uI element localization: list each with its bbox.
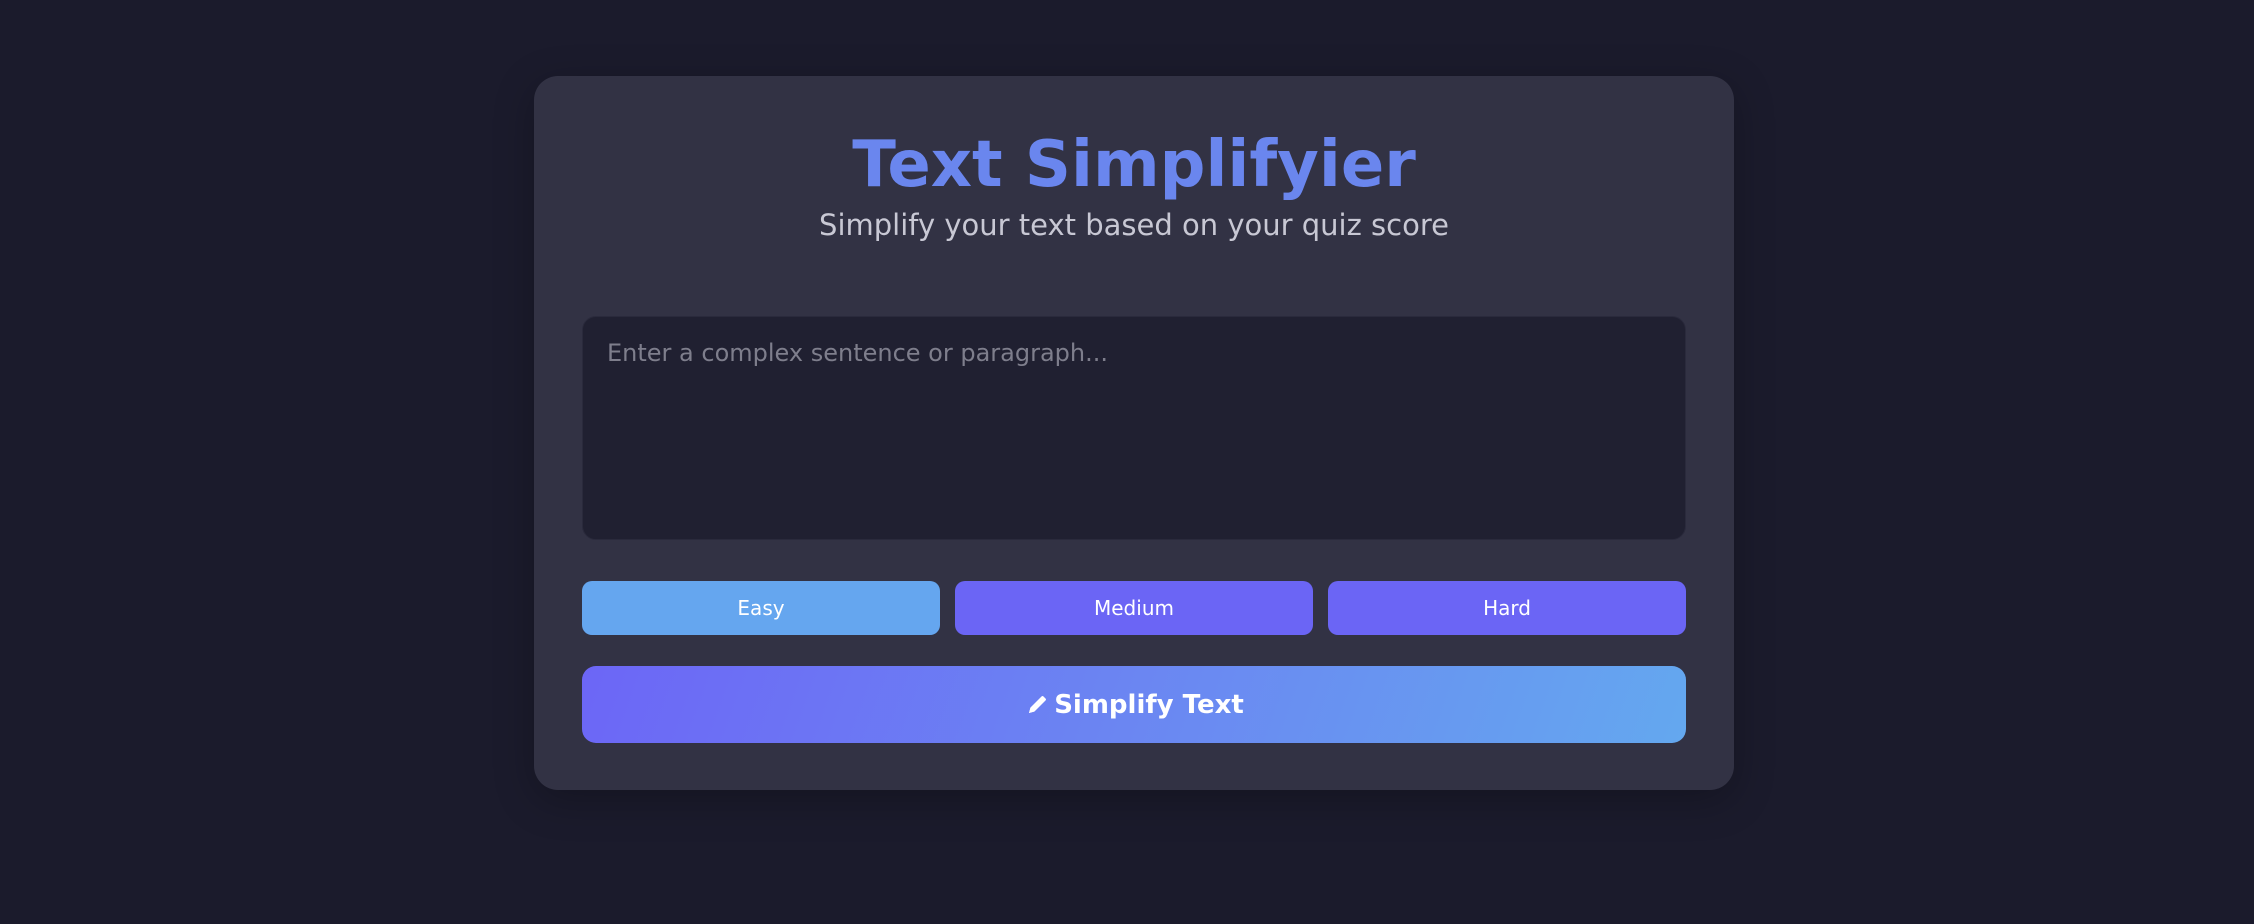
page-subtitle: Simplify your text based on your quiz sc… bbox=[819, 208, 1449, 242]
pencil-icon bbox=[1024, 692, 1050, 718]
hard-level-button[interactable]: Hard bbox=[1328, 581, 1686, 635]
simplify-text-label: Simplify Text bbox=[1054, 689, 1244, 720]
simplifier-card: Text Simplifyier Simplify your text base… bbox=[534, 76, 1734, 790]
page-title: Text Simplifyier bbox=[852, 128, 1416, 202]
simplify-text-button[interactable]: Simplify Text bbox=[582, 666, 1686, 743]
text-input[interactable] bbox=[582, 316, 1686, 540]
difficulty-selector: Easy Medium Hard bbox=[582, 581, 1686, 635]
easy-level-button[interactable]: Easy bbox=[582, 581, 940, 635]
medium-level-button[interactable]: Medium bbox=[955, 581, 1313, 635]
